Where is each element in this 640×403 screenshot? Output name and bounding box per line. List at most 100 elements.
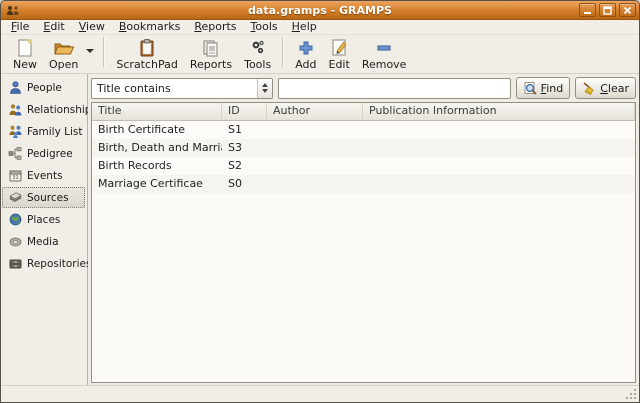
sidebar-item-media[interactable]: Media [2, 231, 85, 252]
edit-button[interactable]: Edit [323, 36, 356, 72]
open-folder-icon [53, 38, 75, 58]
menu-bookmarks[interactable]: Bookmarks [112, 20, 187, 34]
sidebar-item-label: Family List [27, 126, 82, 138]
maximize-icon [603, 6, 612, 15]
family-icon [8, 124, 23, 139]
open-button[interactable]: Open [43, 36, 84, 72]
cabinet-icon [8, 256, 23, 271]
toolbar: New Open ScratchPad Reports Tools [1, 35, 639, 74]
reports-icon [201, 38, 221, 58]
cell-id: S1 [222, 121, 267, 139]
tools-button-label: Tools [244, 58, 271, 71]
window-title: data.gramps - GRAMPS [1, 4, 639, 17]
menu-help[interactable]: Help [285, 20, 324, 34]
sidebar-item-places[interactable]: Places [2, 209, 85, 230]
cell-title: Birth Certificate [92, 121, 222, 139]
menu-view[interactable]: View [72, 20, 112, 34]
menu-reports[interactable]: Reports [187, 20, 243, 34]
remove-button-label: Remove [362, 58, 407, 71]
remove-button[interactable]: Remove [356, 36, 413, 72]
close-button[interactable] [619, 3, 636, 17]
sidebar-item-label: Places [27, 214, 60, 226]
table-row[interactable]: Birth, Death and Marriage R... S3 [92, 139, 635, 157]
resize-grip[interactable] [625, 388, 637, 400]
cell-title: Birth Records [92, 157, 222, 175]
menu-tools[interactable]: Tools [244, 20, 285, 34]
column-header-publication[interactable]: Publication Information [363, 103, 635, 120]
sidebar-item-family-list[interactable]: Family List [2, 121, 85, 142]
add-button[interactable]: Add [289, 36, 322, 72]
column-header-id[interactable]: ID [222, 103, 267, 120]
sidebar-item-people[interactable]: People [2, 77, 85, 98]
reports-button-label: Reports [190, 58, 232, 71]
menu-file[interactable]: File [4, 20, 36, 34]
sidebar-item-pedigree[interactable]: Pedigree [2, 143, 85, 164]
minimize-icon [583, 6, 592, 15]
relationships-icon [8, 102, 23, 117]
globe-icon [8, 212, 23, 227]
sources-table: Title ID Author Publication Information … [91, 102, 636, 383]
column-header-author[interactable]: Author [267, 103, 363, 120]
app-window-icon [6, 4, 20, 17]
menubar: File Edit View Bookmarks Reports Tools H… [1, 20, 639, 35]
filter-combo-value: Title contains [92, 82, 257, 95]
open-dropdown-button[interactable] [84, 37, 96, 65]
find-button-label: Find [541, 82, 564, 95]
combo-spinner-icon [257, 79, 272, 98]
gears-icon [248, 38, 268, 58]
sidebar-item-label: Media [27, 236, 59, 248]
pedigree-icon [8, 146, 23, 161]
new-button[interactable]: New [7, 36, 43, 72]
media-icon [8, 234, 23, 249]
clear-button-label: Clear [600, 82, 629, 95]
minimize-button[interactable] [579, 3, 596, 17]
maximize-button[interactable] [599, 3, 616, 17]
book-icon [8, 190, 23, 205]
close-icon [623, 6, 632, 15]
cell-author [267, 157, 363, 175]
edit-pencil-icon [329, 38, 349, 58]
sidebar-item-label: Sources [27, 192, 69, 204]
find-magnifier-icon [523, 81, 538, 96]
filter-bar: Title contains Find Clear [88, 74, 639, 102]
view-sidebar: People Relationships Family List Pedigre… [1, 74, 88, 385]
open-button-label: Open [49, 58, 78, 71]
table-header: Title ID Author Publication Information [92, 103, 635, 121]
cell-title: Marriage Certificae [92, 175, 222, 193]
cell-publication [363, 121, 635, 139]
chevron-down-icon [86, 49, 94, 53]
cell-publication [363, 175, 635, 193]
find-button[interactable]: Find [516, 77, 571, 99]
cell-author [267, 139, 363, 157]
filter-combo[interactable]: Title contains [91, 78, 273, 99]
titlebar[interactable]: data.gramps - GRAMPS [1, 1, 639, 20]
scratchpad-button-label: ScratchPad [116, 58, 178, 71]
status-bar [1, 385, 639, 402]
toolbar-separator [282, 37, 284, 67]
tools-button[interactable]: Tools [238, 36, 277, 72]
clipboard-icon [138, 38, 156, 58]
table-row[interactable]: Marriage Certificae S0 [92, 175, 635, 193]
cell-id: S2 [222, 157, 267, 175]
calendar-icon: 31 [8, 168, 23, 183]
sidebar-item-relationships[interactable]: Relationships [2, 99, 85, 120]
svg-text:31: 31 [12, 175, 18, 181]
clear-broom-icon [582, 81, 597, 96]
menu-edit[interactable]: Edit [36, 20, 71, 34]
sidebar-item-sources[interactable]: Sources [2, 187, 85, 208]
table-row[interactable]: Birth Certificate S1 [92, 121, 635, 139]
reports-button[interactable]: Reports [184, 36, 238, 72]
edit-button-label: Edit [329, 58, 350, 71]
add-button-label: Add [295, 58, 316, 71]
sidebar-item-label: People [27, 82, 62, 94]
scratchpad-button[interactable]: ScratchPad [110, 36, 184, 72]
clear-button[interactable]: Clear [575, 77, 636, 99]
sidebar-item-label: Events [27, 170, 63, 182]
sidebar-item-events[interactable]: 31 Events [2, 165, 85, 186]
column-header-title[interactable]: Title [92, 103, 222, 120]
filter-text-input[interactable] [278, 78, 511, 99]
table-row[interactable]: Birth Records S2 [92, 157, 635, 175]
sidebar-item-label: Repositories [27, 258, 91, 270]
sidebar-item-repositories[interactable]: Repositories [2, 253, 85, 274]
cell-id: S0 [222, 175, 267, 193]
